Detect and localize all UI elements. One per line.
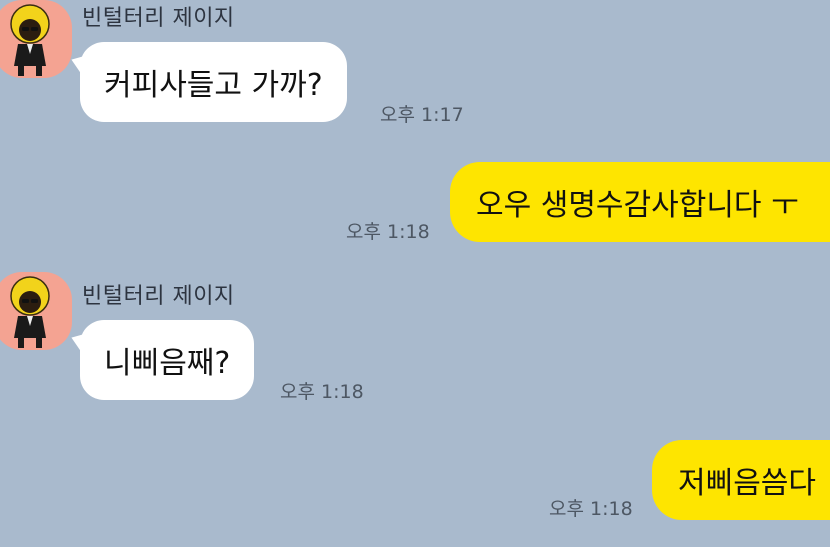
message-time: 오후 1:18 — [280, 381, 364, 403]
message-bubble-received[interactable]: 커피사들고 가까? — [80, 42, 347, 122]
message-time: 오후 1:17 — [380, 104, 464, 126]
message-bubble-sent[interactable]: 저삐음씀다 — [652, 440, 830, 520]
message-bubble-sent[interactable]: 오우 생명수감사합니다 ㅜ — [450, 162, 830, 242]
afro-character-avatar-icon — [10, 276, 50, 348]
message-time: 오후 1:18 — [549, 498, 633, 520]
message-bubble-received[interactable]: 니삐음째? — [80, 320, 255, 400]
sender-name: 빈털터리 제이지 — [82, 284, 235, 309]
chat-room: 빈털터리 제이지 커피사들고 가까? 오후 1:17 오후 1:18 오우 생명… — [0, 0, 830, 547]
sender-name: 빈털터리 제이지 — [82, 6, 235, 31]
profile-avatar[interactable] — [0, 0, 72, 78]
profile-avatar[interactable] — [0, 272, 72, 350]
afro-character-avatar-icon — [10, 4, 50, 76]
message-time: 오후 1:18 — [346, 221, 430, 243]
